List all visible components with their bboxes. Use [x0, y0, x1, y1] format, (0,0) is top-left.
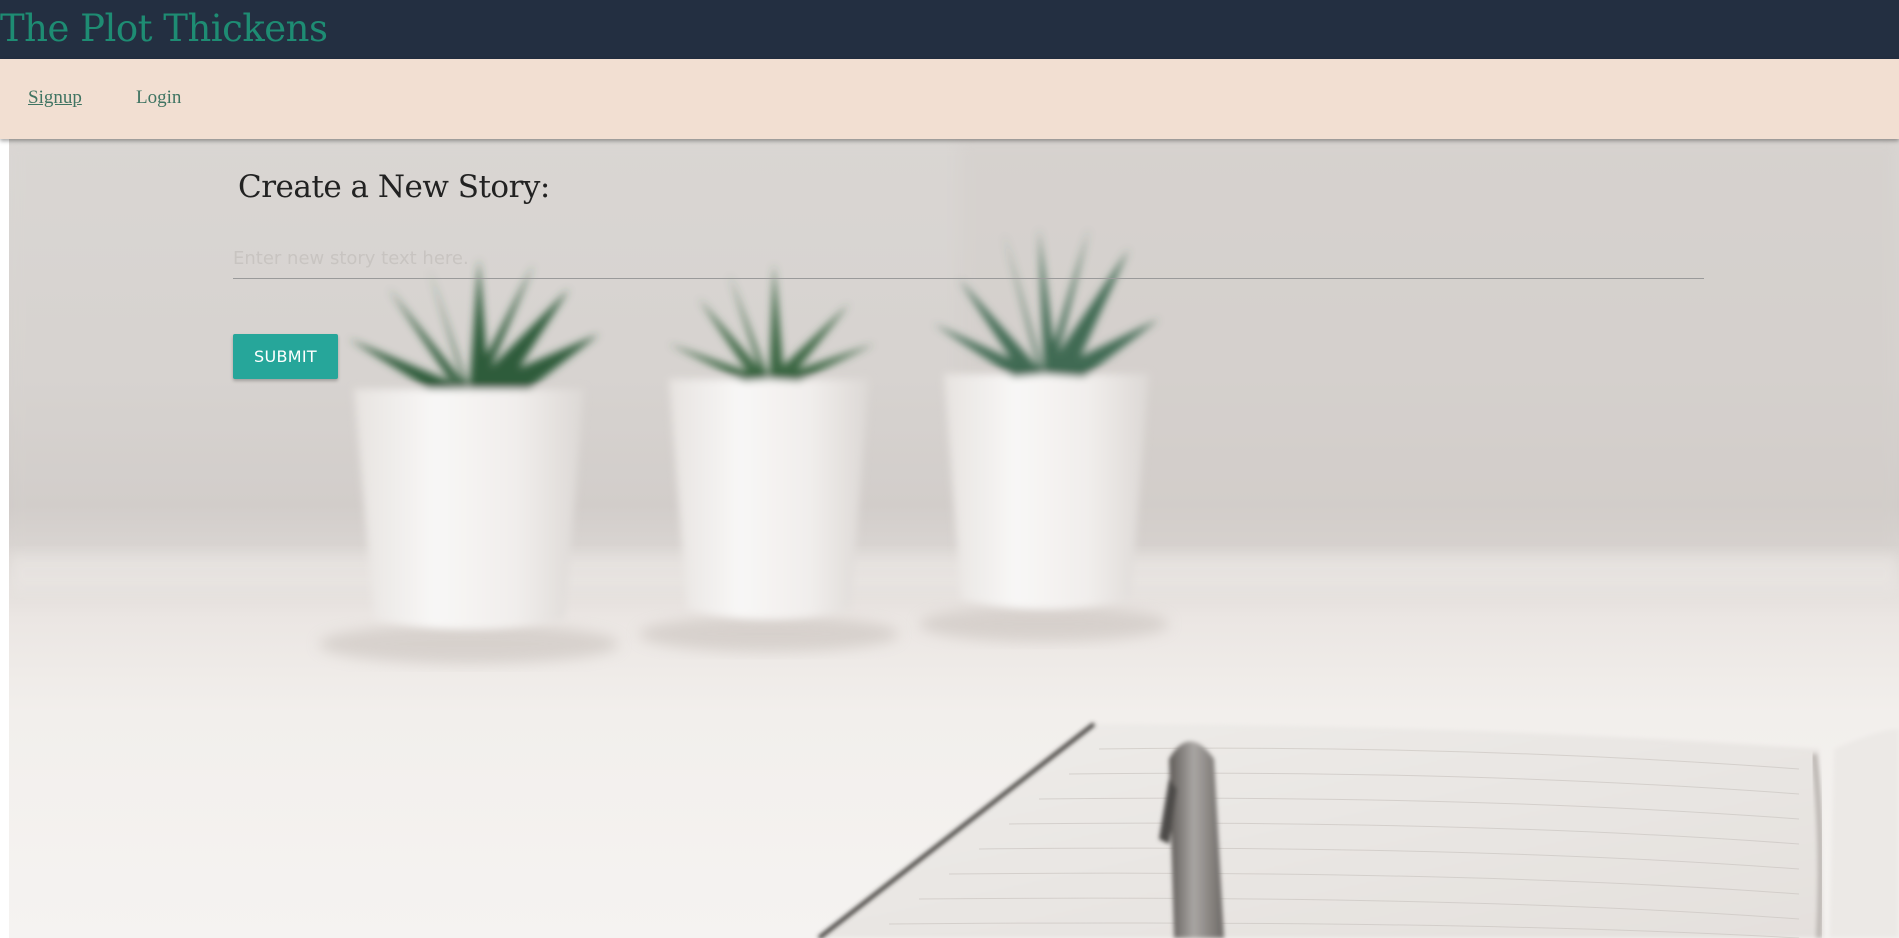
background-photo: Create a New Story: SUBMIT: [9, 139, 1899, 938]
nav-signup-link[interactable]: Signup: [28, 87, 82, 109]
top-header: The Plot Thickens: [0, 0, 1899, 59]
app-title[interactable]: The Plot Thickens: [0, 4, 328, 54]
left-margin: [0, 139, 9, 938]
submit-button[interactable]: SUBMIT: [233, 334, 338, 379]
nav-login-link[interactable]: Login: [136, 87, 181, 109]
nav-bar: Signup Login: [0, 59, 1899, 139]
story-text-input[interactable]: [233, 239, 1704, 279]
form-heading: Create a New Story:: [238, 169, 550, 205]
